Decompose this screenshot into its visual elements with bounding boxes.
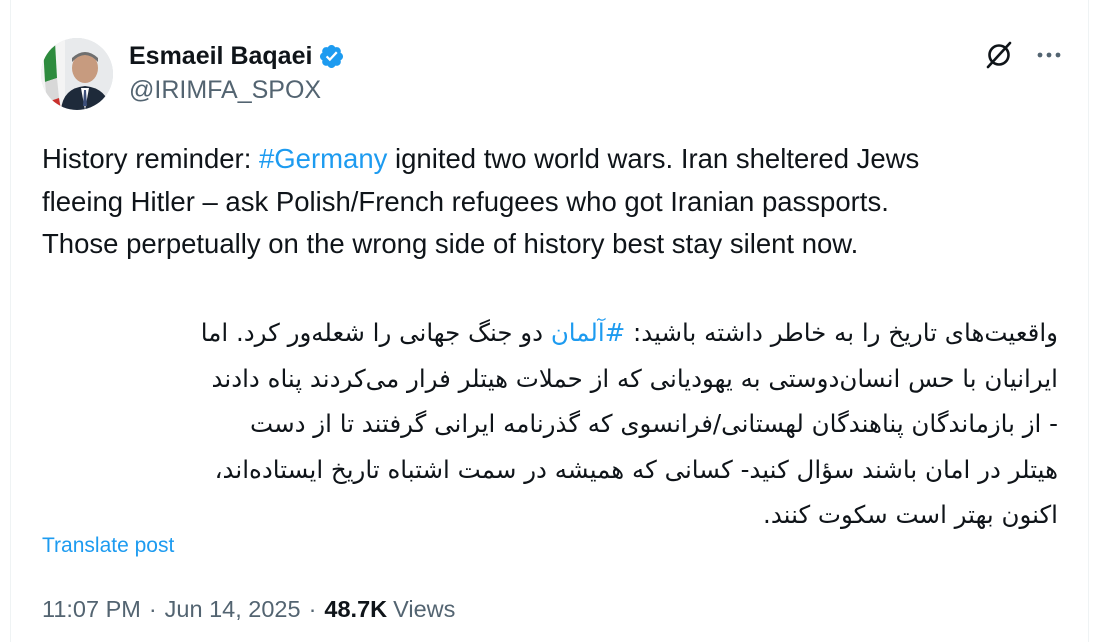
tweet-text-line: ایرانیان با حس انسان‌دوستی به یهودیانی ک… bbox=[211, 363, 1058, 393]
author-name-row[interactable]: Esmaeil Baqaei bbox=[129, 40, 345, 72]
tweet-text-line: - از بازماندگان پناهندگان لهستانی/فرانسو… bbox=[250, 409, 1058, 438]
tweet-text-line: واقعیت‌های تاریخ را به خاطر داشته باشید:… bbox=[200, 318, 1058, 347]
avatar[interactable] bbox=[41, 38, 113, 110]
tweet-text-english: History reminder: #Germany ignited two w… bbox=[42, 138, 1072, 266]
hashtag-link[interactable]: #آلمان bbox=[551, 318, 625, 347]
author-display-name[interactable]: Esmaeil Baqaei bbox=[129, 42, 312, 71]
avatar-image bbox=[41, 38, 113, 110]
views-count: 48.7K bbox=[324, 596, 388, 622]
translate-post-link[interactable]: Translate post bbox=[42, 534, 174, 558]
tweet-text-line: History reminder: #Germany ignited two w… bbox=[42, 143, 920, 174]
tweet-date[interactable]: Jun 14, 2025 bbox=[165, 596, 301, 623]
views-label: Views bbox=[393, 596, 456, 622]
tweet-text-line: fleeing Hitler – ask Polish/French refug… bbox=[42, 185, 889, 217]
separator: · bbox=[308, 596, 317, 622]
separator: · bbox=[148, 596, 157, 622]
tweet-metadata: 11:07 PM · Jun 14, 2025 · 48.7K Views bbox=[42, 596, 455, 623]
tweet-text-persian: واقعیت‌های تاریخ را به خاطر داشته باشید:… bbox=[42, 310, 1058, 538]
tweet-time[interactable]: 11:07 PM bbox=[42, 596, 141, 623]
verified-badge-icon bbox=[318, 43, 345, 70]
tweet-card: Esmaeil Baqaei @IRIMFA_SPOX History remi… bbox=[10, 0, 1089, 642]
grok-icon[interactable] bbox=[982, 38, 1016, 72]
author-handle[interactable]: @IRIMFA_SPOX bbox=[129, 76, 321, 105]
hashtag-link[interactable]: #Germany bbox=[259, 143, 387, 174]
tweet-actions-top bbox=[982, 38, 1066, 72]
tweet-text-line: هیتلر در امان باشند سؤال کنید- کسانی که … bbox=[214, 454, 1058, 484]
tweet-text-line: Those perpetually on the wrong side of h… bbox=[42, 228, 859, 259]
more-options-icon[interactable] bbox=[1032, 38, 1066, 72]
tweet-text-line: اکنون بهتر است سکوت کنند. bbox=[763, 500, 1058, 529]
